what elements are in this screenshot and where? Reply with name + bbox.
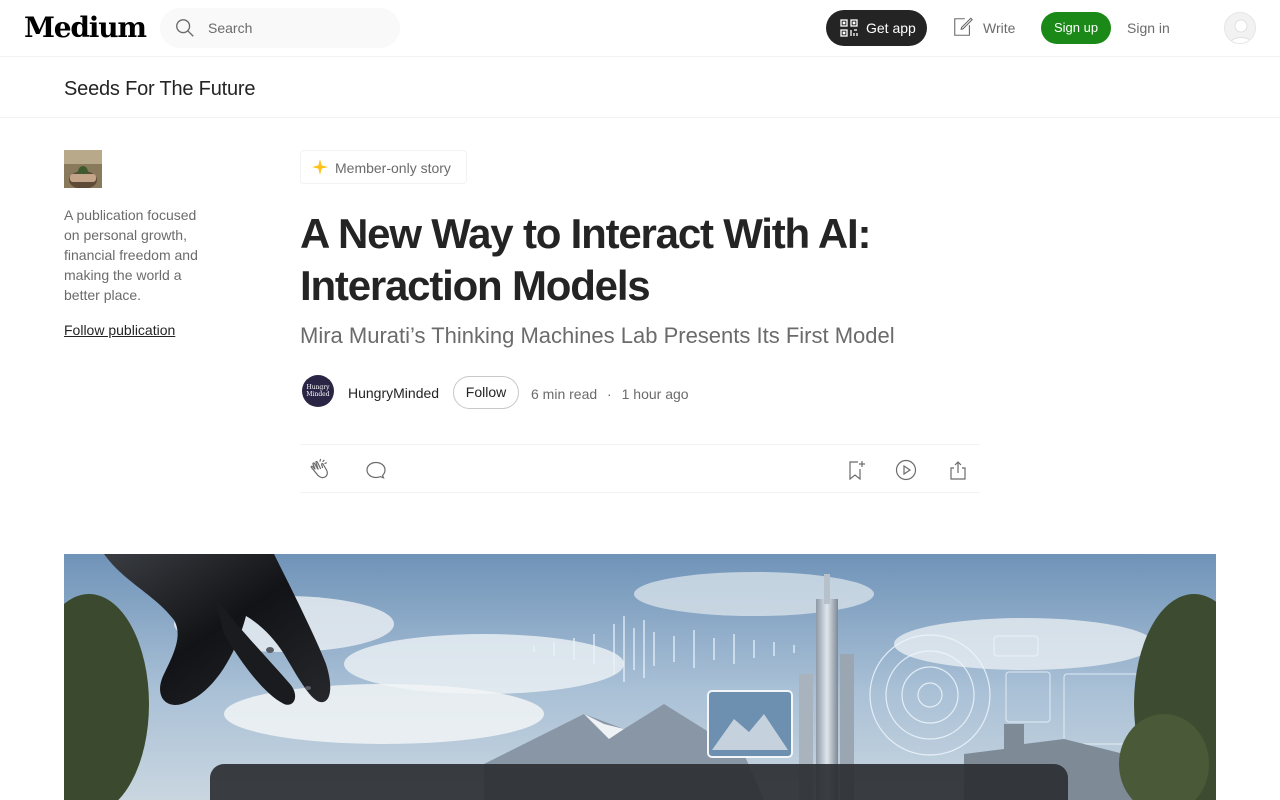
clap-icon[interactable] bbox=[308, 458, 332, 482]
meta-separator: · bbox=[607, 386, 612, 402]
get-app-button[interactable]: Get app bbox=[826, 10, 927, 46]
bookmark-add-icon[interactable] bbox=[844, 458, 868, 482]
write-pencil-icon bbox=[954, 17, 973, 36]
author-name[interactable]: HungryMinded bbox=[348, 385, 439, 401]
publication-logo-image bbox=[64, 150, 102, 188]
sign-in-link[interactable]: Sign in bbox=[1127, 20, 1170, 36]
write-label: Write bbox=[983, 20, 1016, 36]
follow-author-button[interactable]: Follow bbox=[453, 376, 519, 409]
sign-up-button[interactable]: Sign up bbox=[1041, 12, 1111, 44]
article-subtitle: Mira Murati’s Thinking Machines Lab Pres… bbox=[300, 323, 895, 348]
user-avatar[interactable] bbox=[1224, 12, 1256, 44]
top-navigation: Medium Search Get app Write Sign up Sign… bbox=[0, 0, 1280, 57]
publication-logo[interactable] bbox=[64, 150, 102, 188]
article-title: A New Way to Interact With AI: Interacti… bbox=[300, 210, 872, 309]
read-time: 6 min read bbox=[531, 386, 598, 402]
medium-logo[interactable]: Medium bbox=[24, 11, 147, 44]
search-input[interactable]: Search bbox=[208, 20, 252, 36]
get-app-label: Get app bbox=[866, 20, 916, 36]
default-avatar-icon bbox=[1229, 19, 1253, 43]
share-icon[interactable] bbox=[946, 458, 970, 482]
hero-illustration bbox=[64, 554, 1216, 800]
article-action-bar bbox=[300, 444, 980, 493]
publication-name[interactable]: Seeds For The Future bbox=[64, 78, 255, 101]
member-star-icon bbox=[312, 159, 328, 175]
publication-description: A publication focused on personal growth… bbox=[64, 207, 198, 303]
author-avatar[interactable]: Hungry Minded bbox=[302, 375, 334, 407]
member-only-label: Member-only story bbox=[335, 160, 451, 176]
member-only-badge: Member-only story bbox=[300, 150, 467, 184]
article-hero-image bbox=[64, 554, 1216, 800]
search-box[interactable]: Search bbox=[160, 8, 400, 48]
listen-play-icon[interactable] bbox=[894, 458, 918, 482]
article-meta: 6 min read · 1 hour ago bbox=[531, 386, 695, 402]
search-icon bbox=[176, 19, 194, 37]
published-time: 1 hour ago bbox=[621, 386, 689, 402]
publication-header: Seeds For The Future bbox=[0, 57, 1280, 118]
qr-code-icon bbox=[840, 19, 858, 37]
comment-icon[interactable] bbox=[364, 458, 388, 482]
follow-publication-link[interactable]: Follow publication bbox=[64, 322, 175, 338]
